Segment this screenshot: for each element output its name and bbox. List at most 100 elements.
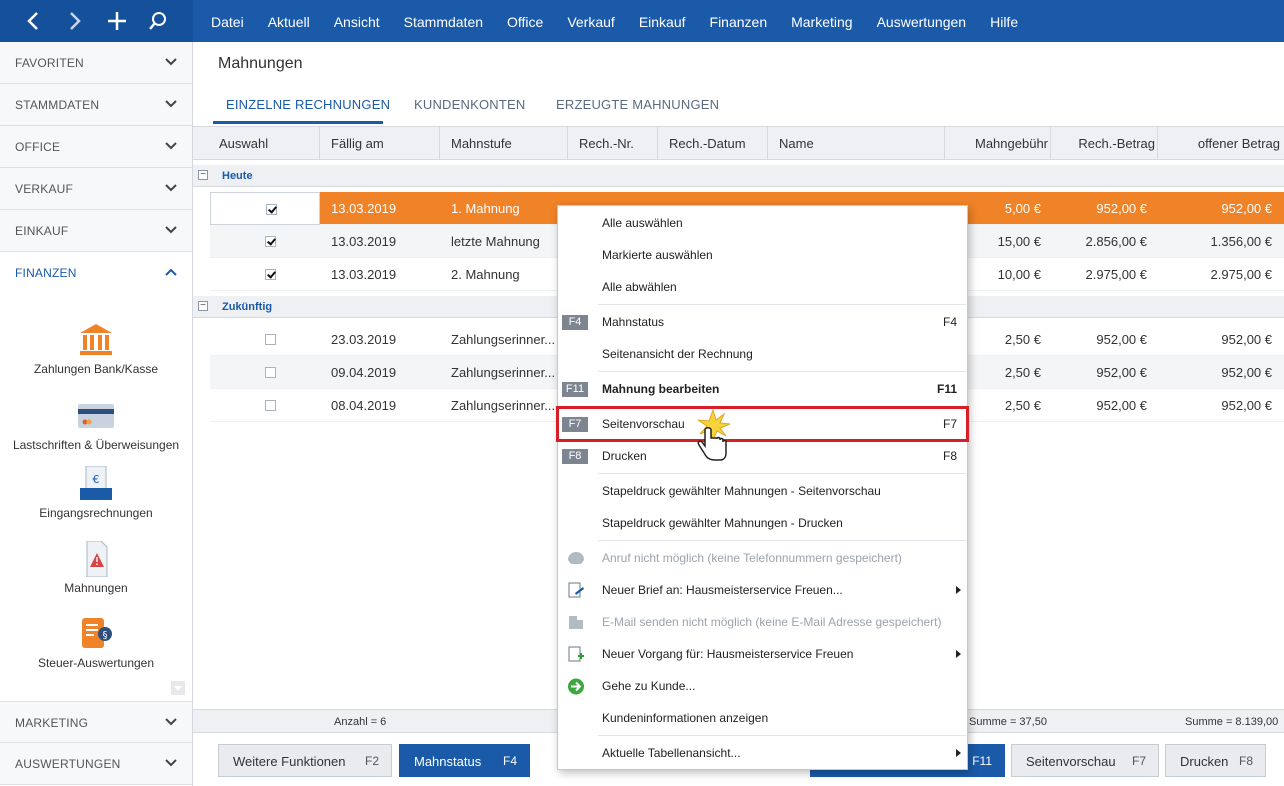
submenu-arrow-icon (956, 749, 961, 757)
back-icon[interactable] (18, 6, 48, 36)
forward-icon[interactable] (60, 6, 90, 36)
column-header-rechbetrag[interactable]: Rech.-Betrag (1051, 127, 1158, 160)
menu-marketing[interactable]: Marketing (779, 0, 864, 42)
sidebar-item-zahlungen[interactable]: Zahlungen Bank/Kasse (0, 322, 192, 394)
menu-item-label: Aktuelle Tabellenansicht... (602, 746, 741, 760)
invoice-amount: 952,00 € (1096, 332, 1147, 347)
tab-erzeugte-mahnungen[interactable]: ERZEUGTE MAHNUNGEN (556, 97, 719, 112)
collapse-icon[interactable]: − (198, 301, 208, 311)
sidebar-item-lastschriften[interactable]: Lastschriften & Überweisungen (0, 398, 192, 470)
menu-item-alle-abwaehlen[interactable]: Alle abwählen (558, 271, 967, 303)
column-header-rechdatum[interactable]: Rech.-Datum (658, 127, 768, 160)
print-button[interactable]: Drucken F8 (1165, 744, 1266, 777)
menu-stammdaten[interactable]: Stammdaten (392, 0, 495, 42)
open-amount: 952,00 € (1221, 365, 1272, 380)
open-amount: 952,00 € (1221, 201, 1272, 216)
row-checkbox[interactable] (265, 236, 276, 247)
tab-einzelne-rechnungen[interactable]: EINZELNE RECHNUNGEN (226, 97, 390, 112)
menu-item-seitenvorschau[interactable]: F7 Seitenvorschau F7 (556, 406, 969, 442)
checkbox-cell (210, 389, 320, 422)
row-checkbox[interactable] (265, 367, 276, 378)
email-icon (569, 616, 583, 629)
row-checkbox[interactable] (266, 204, 277, 215)
chevron-down-icon (165, 226, 177, 234)
menu-item-label: Neuer Vorgang für: Hausmeisterservice Fr… (602, 647, 854, 661)
scroll-down-icon[interactable] (171, 681, 185, 695)
menu-datei[interactable]: Datei (199, 0, 256, 42)
menu-item-label: Seitenansicht der Rechnung (602, 347, 753, 361)
column-header-auswahl[interactable]: Auswahl (193, 127, 320, 160)
tab-kundenkonten[interactable]: KUNDENKONTEN (414, 97, 525, 112)
row-checkbox[interactable] (265, 400, 276, 411)
sidebar-section-finanzen[interactable]: FINANZEN (0, 252, 192, 294)
section-label: MARKETING (15, 716, 89, 730)
menu-item-seitenansicht-rechnung[interactable]: Seitenansicht der Rechnung (558, 338, 967, 370)
group-header-heute[interactable]: − Heute (193, 165, 1284, 187)
column-header-mahngebuehr[interactable]: Mahngebühr (945, 127, 1051, 160)
menu-item-kundeninformationen[interactable]: Kundeninformationen anzeigen (558, 702, 967, 734)
column-header-faellig[interactable]: Fällig am (320, 127, 440, 160)
row-checkbox[interactable] (265, 334, 276, 345)
reminder-status-button[interactable]: Mahnstatus F4 (399, 744, 530, 777)
more-functions-button[interactable]: Weitere Funktionen F2 (218, 744, 392, 777)
button-key: F2 (364, 754, 379, 768)
sidebar-item-mahnungen[interactable]: Mahnungen (0, 541, 192, 613)
column-header-mahnstufe[interactable]: Mahnstufe (440, 127, 568, 160)
menu-item-alle-auswaehlen[interactable]: Alle auswählen (558, 207, 967, 239)
open-sum: Summe = 8.139,00 (1185, 716, 1279, 728)
sidebar-section-marketing[interactable]: MARKETING (0, 701, 192, 743)
column-header-name[interactable]: Name (768, 127, 945, 160)
sidebar-item-steuer-auswertungen[interactable]: § Steuer-Auswertungen (0, 616, 192, 688)
plus-icon[interactable] (102, 6, 132, 36)
menu-auswertungen[interactable]: Auswertungen (865, 0, 979, 42)
sidebar-section-auswertungen[interactable]: AUSWERTUNGEN (0, 743, 192, 785)
menu-item-drucken[interactable]: F8 Drucken F8 (558, 440, 967, 472)
main-menu: Datei Aktuell Ansicht Stammdaten Office … (199, 0, 1030, 42)
menu-item-mahnstatus[interactable]: F4 Mahnstatus F4 (558, 306, 967, 338)
nav-buttons (0, 0, 193, 42)
menu-item-neuer-vorgang[interactable]: Neuer Vorgang für: Hausmeisterservice Fr… (558, 638, 967, 670)
row-checkbox[interactable] (265, 269, 276, 280)
sidebar-section-stammdaten[interactable]: STAMMDATEN (0, 84, 192, 126)
menu-item-stapeldruck-vorschau[interactable]: Stapeldruck gewählter Mahnungen - Seiten… (558, 475, 967, 507)
menu-item-gehe-zu-kunde[interactable]: Gehe zu Kunde... (558, 670, 967, 702)
menu-separator (598, 371, 966, 372)
column-header-offener-betrag[interactable]: offener Betrag (1158, 127, 1284, 160)
page-preview-button[interactable]: Seitenvorschau F7 (1011, 744, 1159, 777)
menu-separator (598, 540, 966, 541)
menu-hilfe[interactable]: Hilfe (978, 0, 1030, 42)
menu-aktuell[interactable]: Aktuell (256, 0, 322, 42)
sidebar-section-office[interactable]: OFFICE (0, 126, 192, 168)
sidebar-section-favoriten[interactable]: FAVORITEN (0, 42, 192, 84)
collapse-icon[interactable]: − (198, 170, 208, 180)
sidebar-item-eingangsrechnungen[interactable]: € Eingangsrechnungen (0, 466, 192, 538)
menu-item-shortcut: F11 (936, 382, 957, 396)
section-label: EINKAUF (15, 224, 69, 238)
chevron-down-icon (165, 100, 177, 108)
due-date: 23.03.2019 (331, 332, 397, 347)
menu-item-stapeldruck-drucken[interactable]: Stapeldruck gewählter Mahnungen - Drucke… (558, 507, 967, 539)
due-date: 13.03.2019 (331, 267, 397, 282)
menu-einkauf[interactable]: Einkauf (627, 0, 698, 42)
section-label: STAMMDATEN (15, 98, 100, 112)
chevron-down-icon (165, 184, 177, 192)
menu-item-neuer-brief[interactable]: Neuer Brief an: Hausmeisterservice Freue… (558, 574, 967, 606)
warning-document-icon (86, 541, 108, 577)
menu-item-markierte-auswaehlen[interactable]: Markierte auswählen (558, 239, 967, 271)
menu-ansicht[interactable]: Ansicht (322, 0, 392, 42)
menu-office[interactable]: Office (495, 0, 555, 42)
menu-verkauf[interactable]: Verkauf (555, 0, 626, 42)
sidebar-section-einkauf[interactable]: EINKAUF (0, 210, 192, 252)
sidebar-item-label: Eingangsrechnungen (39, 506, 153, 520)
button-key: F4 (502, 754, 517, 768)
menu-item-tabellenansicht[interactable]: Aktuelle Tabellenansicht... (558, 737, 967, 769)
phone-icon (568, 552, 584, 564)
search-icon[interactable] (143, 6, 173, 36)
sidebar-section-verkauf[interactable]: VERKAUF (0, 168, 192, 210)
column-header-rechnr[interactable]: Rech.-Nr. (568, 127, 658, 160)
menu-item-email: E-Mail senden nicht möglich (keine E-Mai… (558, 606, 967, 638)
invoice-amount: 952,00 € (1096, 201, 1147, 216)
menu-item-mahnung-bearbeiten[interactable]: F11 Mahnung bearbeiten F11 (558, 373, 967, 405)
menu-item-label: Neuer Brief an: Hausmeisterservice Freue… (602, 583, 843, 597)
menu-finanzen[interactable]: Finanzen (698, 0, 780, 42)
